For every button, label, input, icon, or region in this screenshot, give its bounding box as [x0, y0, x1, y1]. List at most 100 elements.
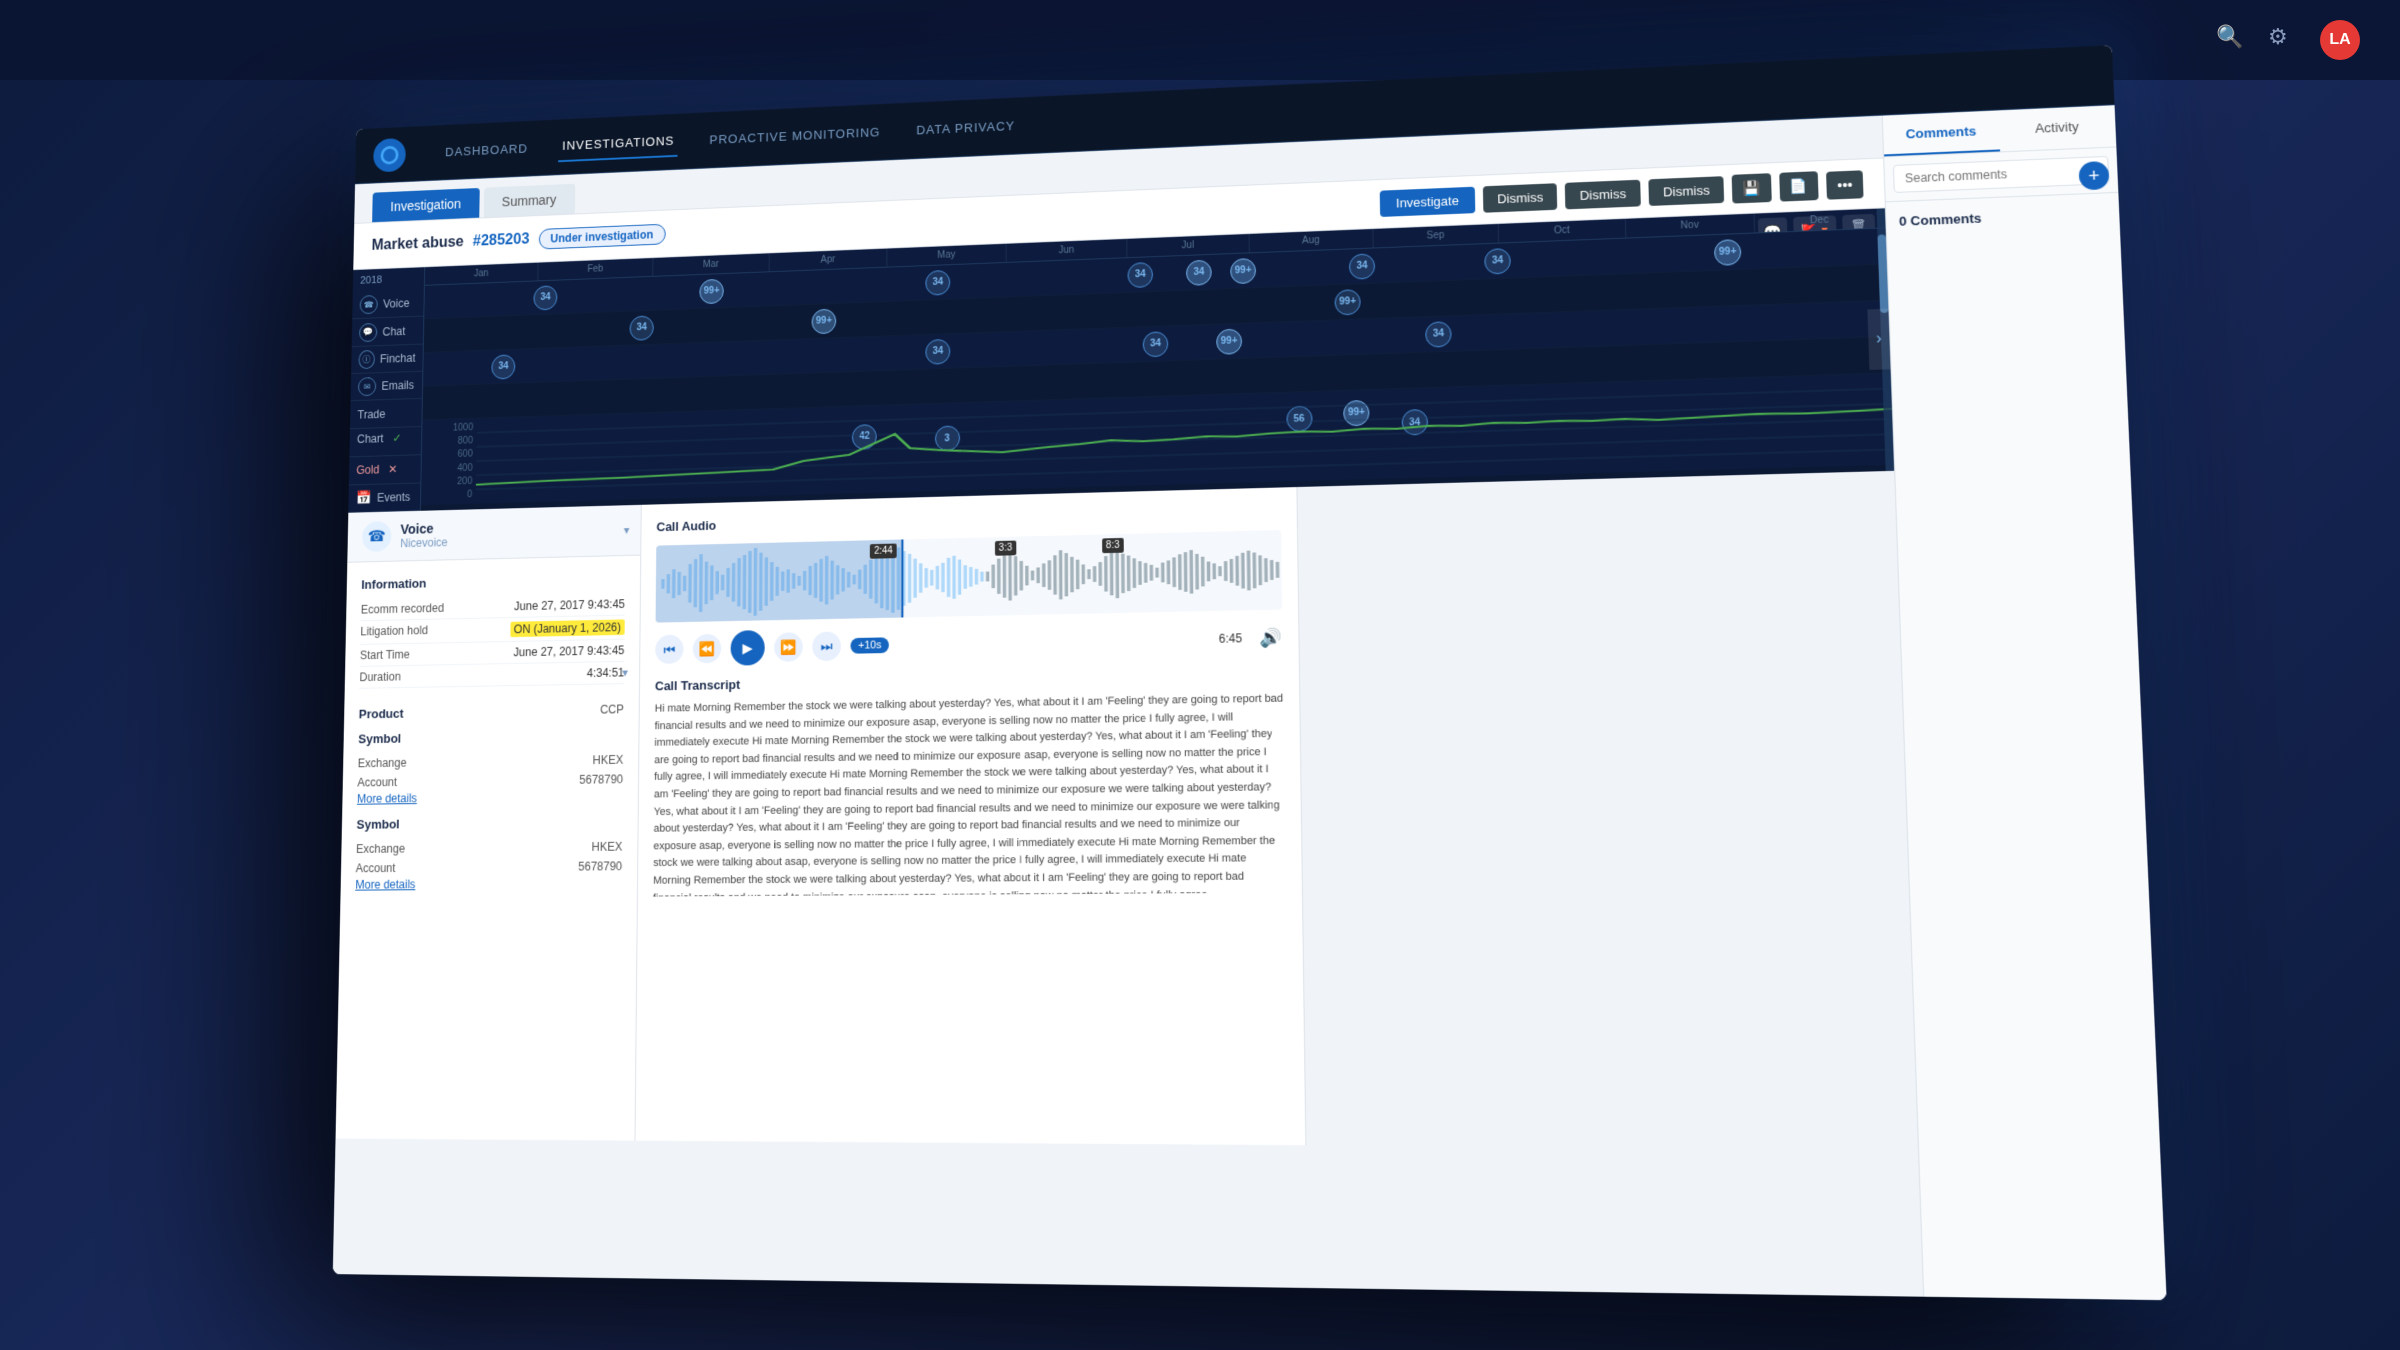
audio-duration: 6:45 [1219, 631, 1242, 645]
comments-count: 0 Comments [1886, 193, 2120, 241]
voice-bubble-6[interactable]: 99+ [1230, 257, 1256, 283]
perspective-wrapper: DASHBOARD INVESTIGATIONS PROACTIVE MONIT… [0, 0, 2400, 1350]
exchange-value-1: HKEX [593, 753, 624, 767]
tab-comments[interactable]: Comments [1883, 110, 2000, 156]
finchat-bubble-3[interactable]: 34 [1143, 331, 1169, 357]
save-icon-button[interactable]: 💾 [1732, 173, 1772, 203]
chart-price-labels: 1000 800 600 400 200 0 [421, 419, 477, 506]
account-row-2: Account 5678790 [356, 856, 623, 878]
chart-row-label: Chart [357, 432, 384, 446]
alert-actions: Investigate Dismiss Dismiss Dismiss 💾 📄 … [1380, 169, 1864, 218]
play-btn[interactable]: ▶ [731, 630, 765, 666]
timeline-row-chart: Chart ✓ [349, 427, 421, 458]
timeline-row-chat: 💬 Chat [352, 317, 424, 347]
nav-item-dashboard[interactable]: DASHBOARD [441, 134, 531, 167]
comments-panel: Comments Activity 0 Comments + [1882, 105, 2167, 1300]
trade-row-label: Trade [357, 407, 385, 421]
voice-row-icon: ☎ [360, 295, 378, 314]
audio-panel: Call Audio 2:44 3:3 8:3 [635, 487, 1306, 1145]
timeline-nav-btn[interactable]: › [1867, 309, 1890, 370]
voice-header: ☎ Voice Nicevoice ▾ [347, 505, 641, 563]
waveform-time-label-3: 8:3 [1102, 538, 1124, 553]
exchange-label-1: Exchange [358, 756, 407, 770]
voice-bubble-5[interactable]: 34 [1186, 259, 1212, 285]
finchat-row-icon: ⓘ [358, 350, 374, 369]
voice-bubble-1[interactable]: 34 [533, 285, 557, 310]
price-800: 800 [426, 436, 474, 448]
account-label-1: Account [357, 775, 397, 789]
more-details-link-2[interactable]: More details [355, 876, 622, 891]
exchange-row-2: Exchange HKEX [356, 837, 623, 859]
gold-row-label: Gold [356, 463, 379, 477]
timeline-labels: 2018 ☎ Voice 💬 Chat ⓘ [348, 267, 425, 513]
starttime-label: Start Time [360, 648, 410, 662]
finchat-row-label: Finchat [380, 351, 416, 365]
dismiss-button-1[interactable]: Dismiss [1483, 183, 1558, 213]
product-label-1: Product [359, 706, 404, 721]
lower-panel: ☎ Voice Nicevoice ▾ Information [336, 471, 1918, 1150]
finchat-bubble-4[interactable]: 99+ [1216, 328, 1242, 354]
voice-dropdown-arrow[interactable]: ▾ [624, 523, 630, 537]
more-icon-button[interactable]: ••• [1826, 170, 1863, 199]
more-details-link-1[interactable]: More details [357, 789, 623, 806]
doc-icon-button[interactable]: 📄 [1779, 171, 1819, 201]
dismiss-button-2[interactable]: Dismiss [1565, 180, 1641, 210]
voice-bubble-8[interactable]: 34 [1484, 248, 1511, 275]
waveform-svg[interactable] [656, 530, 1283, 623]
finchat-bubble-5[interactable]: 34 [1425, 321, 1452, 348]
voice-bubble-9[interactable]: 99+ [1714, 239, 1742, 266]
finchat-bubble-2[interactable]: 34 [925, 338, 950, 364]
finchat-bubble-1[interactable]: 34 [491, 354, 515, 379]
audio-playhead [901, 539, 903, 617]
timeline-row-events: 📅 Events [348, 483, 420, 513]
account-value-1: 5678790 [579, 772, 623, 786]
skip-fwd-btn[interactable]: ⏭ [812, 631, 841, 661]
content-area: Investigation Summary Market abuse #2852… [333, 105, 2167, 1300]
timeline-row-voice: ☎ Voice [352, 290, 424, 320]
account-value-2: 5678790 [578, 859, 622, 873]
transcript-title: Call Transcript [655, 668, 1283, 694]
nav-item-investigations[interactable]: INVESTIGATIONS [558, 126, 678, 162]
alert-status-badge: Under investigation [538, 223, 665, 249]
voice-bubble-4[interactable]: 34 [1127, 262, 1153, 288]
skip-back-btn[interactable]: ⏮ [655, 635, 683, 665]
investigate-button[interactable]: Investigate [1380, 187, 1476, 217]
voice-content: Information Ecomm recorded June 27, 2017… [340, 556, 640, 919]
volume-icon[interactable]: 🔊 [1260, 627, 1283, 648]
litigation-value: ON (January 1, 2026) [510, 619, 625, 637]
check-mark: ✓ [392, 431, 401, 444]
voice-panel-icon: ☎ [362, 521, 392, 552]
voice-bubble-3[interactable]: 34 [925, 269, 950, 295]
duration-dropdown[interactable]: ▾ [622, 666, 628, 680]
chat-bubble-2[interactable]: 99+ [812, 308, 837, 334]
account-label-2: Account [356, 861, 396, 875]
tab-investigation[interactable]: Investigation [372, 188, 479, 222]
gold-x-mark: ✕ [388, 463, 397, 476]
exchange-value-2: HKEX [592, 840, 623, 854]
audio-speed-label[interactable]: +10s [850, 637, 889, 653]
tab-summary[interactable]: Summary [483, 184, 574, 218]
chat-bubble-1[interactable]: 34 [629, 315, 653, 340]
info-section: Information Ecomm recorded June 27, 2017… [359, 571, 625, 688]
voice-panel-subtitle: Nicevoice [400, 536, 448, 550]
nav-item-privacy[interactable]: DATA PRIVACY [913, 111, 1019, 145]
voice-bubble-7[interactable]: 34 [1349, 253, 1375, 279]
tab-activity[interactable]: Activity [1998, 105, 2116, 151]
product-section-2: Symbol Exchange HKEX Account 5678790 [355, 814, 622, 891]
chat-bubble-3[interactable]: 99+ [1334, 289, 1360, 315]
nav-item-proactive[interactable]: PROACTIVE MONITORING [706, 117, 885, 154]
exchange-label-2: Exchange [356, 842, 405, 856]
duration-label: Duration [359, 670, 401, 684]
voice-bubble-2[interactable]: 99+ [699, 278, 723, 304]
comments-search-input[interactable] [1893, 156, 2110, 193]
starttime-value: June 27, 2017 9:43:45 [513, 644, 624, 660]
symbol-header-2: Symbol [356, 814, 622, 831]
screen-container: 🔍 ⚙ LA DASHBOARD INVESTIGATIONS PROACTIV… [0, 0, 2400, 1350]
transcript-text: Hi mate Morning Remember the stock we we… [653, 691, 1286, 897]
next-btn[interactable]: ⏩ [774, 632, 803, 662]
litigation-label: Litigation hold [360, 624, 428, 641]
dismiss-button-3[interactable]: Dismiss [1648, 176, 1724, 206]
prev-btn[interactable]: ⏪ [693, 634, 722, 664]
investigation-panel: Investigation Summary Market abuse #2852… [333, 116, 1923, 1297]
price-0: 0 [425, 489, 473, 501]
